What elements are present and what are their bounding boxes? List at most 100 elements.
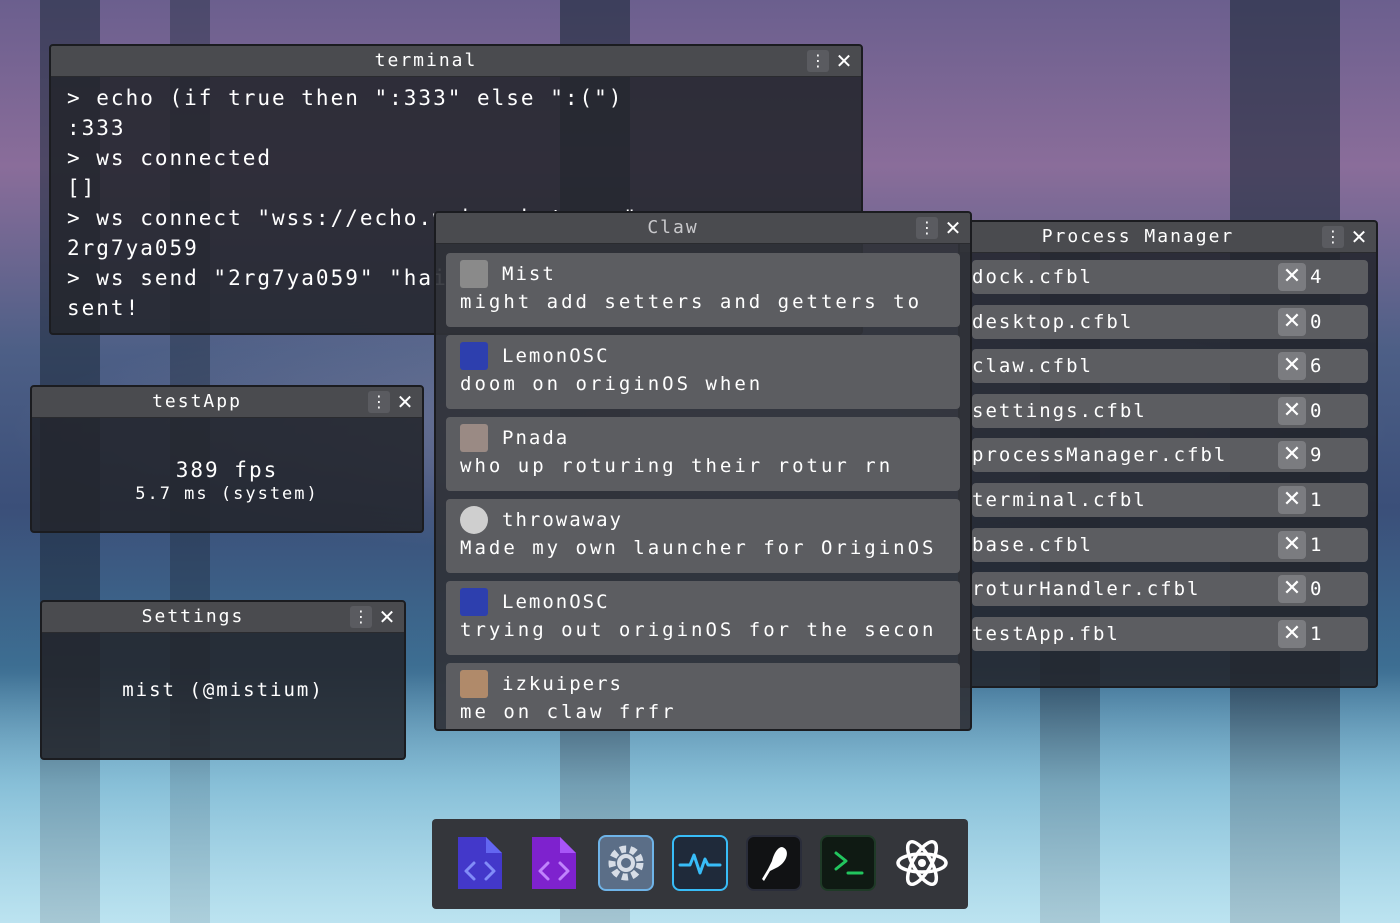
- post-card[interactable]: LemonOSC doom on originOS when: [446, 335, 960, 409]
- process-list: dock.cfbl ✕ 4 desktop.cfbl ✕ 0 claw.cfbl ✕ 6 s…: [970, 260, 1376, 686]
- process-row: base.cfbl ✕ 1: [972, 528, 1368, 562]
- process-manager-titlebar[interactable]: Process Manager ⋮ ✕: [960, 222, 1376, 253]
- process-row: desktop.cfbl ✕ 0: [972, 305, 1368, 339]
- kill-process-button[interactable]: ✕: [1278, 352, 1306, 380]
- settings-gear-icon[interactable]: [598, 835, 654, 891]
- post-text: might add setters and getters to: [460, 291, 923, 313]
- process-name: claw.cfbl: [972, 355, 1093, 377]
- window-menu-button[interactable]: ⋮: [807, 50, 829, 72]
- terminal-line: > echo (if true then ":333" else ":("): [67, 86, 624, 110]
- window-close-button[interactable]: ✕: [376, 606, 398, 628]
- kill-process-button[interactable]: ✕: [1278, 308, 1306, 336]
- kill-process-button[interactable]: ✕: [1278, 531, 1306, 559]
- process-name: terminal.cfbl: [972, 489, 1147, 511]
- process-manager-window: Process Manager ⋮ ✕ dock.cfbl ✕ 4 desktop.…: [958, 220, 1378, 688]
- window-title: terminal: [374, 50, 478, 71]
- user-avatar: [460, 260, 488, 288]
- user-avatar: [460, 670, 488, 698]
- terminal-line: :333: [67, 116, 126, 140]
- process-name: base.cfbl: [972, 534, 1093, 556]
- window-close-button[interactable]: ✕: [833, 50, 855, 72]
- claw-titlebar[interactable]: Claw ⋮ ✕: [436, 213, 970, 244]
- process-name: desktop.cfbl: [972, 311, 1134, 333]
- window-menu-button[interactable]: ⋮: [916, 217, 938, 239]
- kill-process-button[interactable]: ✕: [1278, 575, 1306, 603]
- process-row: dock.cfbl ✕ 4: [972, 260, 1368, 294]
- post-card[interactable]: Pnada who up roturing their rotur rn: [446, 417, 960, 491]
- terminal-line: > ws connected: [67, 146, 273, 170]
- window-menu-button[interactable]: ⋮: [1322, 226, 1344, 248]
- process-count: 9: [1310, 444, 1322, 466]
- testapp-titlebar[interactable]: testApp ⋮ ✕: [32, 387, 422, 418]
- claw-window: Claw ⋮ ✕ Mist might add setters and gett…: [434, 211, 972, 731]
- process-name: dock.cfbl: [972, 266, 1093, 288]
- kill-process-button[interactable]: ✕: [1278, 620, 1306, 648]
- post-username: Mist: [502, 263, 556, 285]
- code-file-purple-icon[interactable]: [526, 835, 582, 891]
- settings-titlebar[interactable]: Settings ⋮ ✕: [42, 602, 404, 633]
- process-name: testApp.fbl: [972, 623, 1120, 645]
- process-count: 4: [1310, 266, 1322, 288]
- process-name: settings.cfbl: [972, 400, 1147, 422]
- window-title: Claw: [647, 217, 699, 238]
- post-username: LemonOSC: [502, 591, 610, 613]
- account-name: mist (@mistium): [122, 679, 324, 701]
- atom-icon[interactable]: [894, 835, 950, 891]
- activity-pulse-icon[interactable]: [672, 835, 728, 891]
- process-name: processManager.cfbl: [972, 444, 1228, 466]
- process-count: 1: [1310, 489, 1322, 511]
- process-count: 0: [1310, 311, 1322, 333]
- process-row: terminal.cfbl ✕ 1: [972, 483, 1368, 517]
- code-file-blue-icon[interactable]: [452, 835, 508, 891]
- post-text: doom on originOS when: [460, 373, 764, 395]
- window-close-button[interactable]: ✕: [394, 391, 416, 413]
- default-user-avatar-icon: [460, 506, 488, 534]
- process-row: roturHandler.cfbl ✕ 0: [972, 572, 1368, 606]
- user-avatar: [460, 588, 488, 616]
- post-card[interactable]: throwaway Made my own launcher for Origi…: [446, 499, 960, 573]
- post-text: Made my own launcher for OriginOS: [460, 537, 937, 559]
- settings-window: Settings ⋮ ✕ mist (@mistium): [40, 600, 406, 760]
- frame-time-readout: 5.7 ms (system): [135, 484, 319, 504]
- post-text: who up roturing their rotur rn: [460, 455, 894, 477]
- post-text: me on claw frfr: [460, 701, 677, 723]
- fps-readout: 389 fps: [175, 458, 279, 482]
- post-card[interactable]: izkuipers me on claw frfr: [446, 663, 960, 729]
- process-row: testApp.fbl ✕ 1: [972, 617, 1368, 651]
- terminal-prompt-icon[interactable]: [820, 835, 876, 891]
- process-count: 1: [1310, 534, 1322, 556]
- post-card[interactable]: LemonOSC trying out originOS for the sec…: [446, 581, 960, 655]
- post-username: throwaway: [502, 509, 623, 531]
- terminal-titlebar[interactable]: terminal ⋮ ✕: [51, 46, 861, 77]
- window-menu-button[interactable]: ⋮: [350, 606, 372, 628]
- kill-process-button[interactable]: ✕: [1278, 263, 1306, 291]
- window-title: testApp: [152, 391, 242, 412]
- process-count: 0: [1310, 578, 1322, 600]
- post-card[interactable]: Mist might add setters and getters to: [446, 253, 960, 327]
- kill-process-button[interactable]: ✕: [1278, 397, 1306, 425]
- process-count: 0: [1310, 400, 1322, 422]
- user-avatar: [460, 342, 488, 370]
- window-menu-button[interactable]: ⋮: [368, 391, 390, 413]
- process-count: 6: [1310, 355, 1322, 377]
- terminal-line: []: [67, 176, 97, 200]
- dock: [432, 819, 968, 909]
- testapp-window: testApp ⋮ ✕ 389 fps 5.7 ms (system): [30, 385, 424, 533]
- process-name: roturHandler.cfbl: [972, 578, 1201, 600]
- process-row: settings.cfbl ✕ 0: [972, 394, 1368, 428]
- process-count: 1: [1310, 623, 1322, 645]
- post-username: LemonOSC: [502, 345, 610, 367]
- window-close-button[interactable]: ✕: [942, 217, 964, 239]
- window-close-button[interactable]: ✕: [1348, 226, 1370, 248]
- kill-process-button[interactable]: ✕: [1278, 486, 1306, 514]
- kill-process-button[interactable]: ✕: [1278, 441, 1306, 469]
- process-row: claw.cfbl ✕ 6: [972, 349, 1368, 383]
- post-text: trying out originOS for the secon: [460, 619, 937, 641]
- window-title: Process Manager: [1041, 226, 1235, 247]
- quill-pen-icon[interactable]: [746, 835, 802, 891]
- window-title: Settings: [141, 606, 245, 627]
- process-row: processManager.cfbl ✕ 9: [972, 438, 1368, 472]
- post-username: izkuipers: [502, 673, 623, 695]
- user-avatar: [460, 424, 488, 452]
- post-username: Pnada: [502, 427, 570, 449]
